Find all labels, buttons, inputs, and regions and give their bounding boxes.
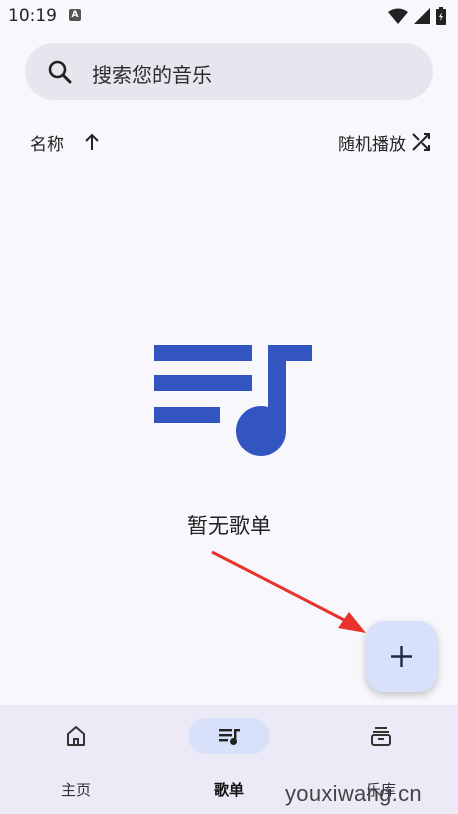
shuffle-button[interactable]: 随机播放 — [338, 126, 432, 158]
notification-icon: A — [69, 9, 81, 21]
sort-by-name-button[interactable]: 名称 — [30, 130, 64, 155]
nav-item-home[interactable]: 主页 — [0, 705, 144, 814]
battery-icon — [436, 7, 446, 25]
plus-icon — [391, 646, 412, 667]
nav-label-home: 主页 — [60, 781, 91, 799]
status-icons — [388, 6, 446, 26]
status-time: 10:19 — [8, 6, 57, 26]
signal-icon — [414, 8, 430, 24]
shuffle-icon — [412, 133, 430, 151]
watermark: youxiwang.cn — [285, 781, 422, 806]
search-icon — [48, 60, 72, 84]
arrow-up-icon[interactable] — [81, 131, 103, 153]
nav-item-playlists[interactable]: 歌单 — [145, 705, 297, 814]
library-icon — [371, 727, 391, 746]
shuffle-label: 随机播放 — [338, 134, 406, 155]
sort-row: 名称 随机播放 — [0, 126, 458, 158]
search-placeholder[interactable]: 搜索您的音乐 — [92, 59, 212, 88]
add-playlist-button[interactable] — [366, 621, 437, 692]
home-icon — [67, 726, 85, 746]
empty-state-message: 暂无歌单 — [187, 514, 271, 538]
playlist-icon — [219, 729, 240, 745]
search-bar[interactable]: 搜索您的音乐 — [25, 43, 433, 100]
status-bar: 10:19 A — [0, 0, 458, 34]
playlist-music-icon — [154, 345, 312, 456]
wifi-icon — [388, 8, 408, 24]
